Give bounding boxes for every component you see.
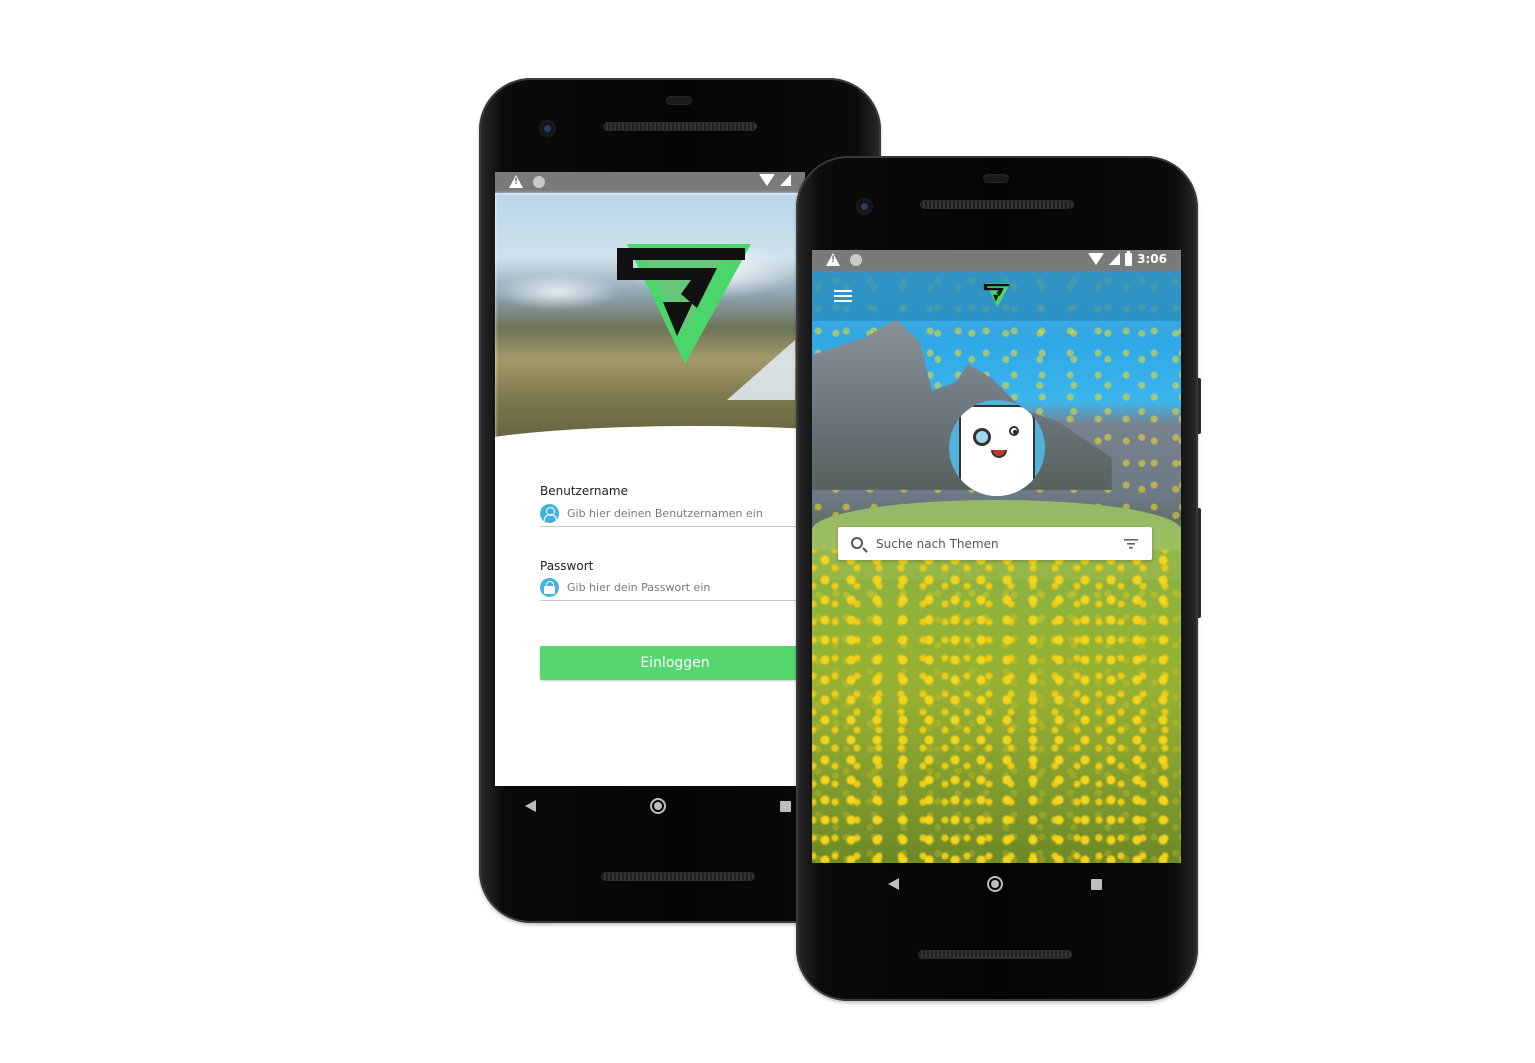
warning-icon	[509, 175, 523, 188]
lock-icon	[540, 578, 559, 597]
username-field[interactable]: Gib hier deinen Benutzernamen ein	[540, 501, 805, 527]
status-bar	[495, 172, 805, 193]
login-button[interactable]: Einloggen	[540, 646, 805, 680]
search-bar	[838, 527, 1152, 560]
signal-icon	[780, 174, 791, 186]
password-field[interactable]: Gib hier dein Passwort ein	[540, 575, 805, 601]
phone-home: 3:06	[796, 156, 1198, 1001]
signal-icon	[1109, 253, 1121, 265]
nav-back-icon[interactable]	[525, 800, 536, 812]
bottom-speaker	[601, 872, 755, 881]
status-time: 3:06	[1137, 252, 1167, 266]
home-screen: 3:06	[812, 250, 1181, 863]
proximity-sensor	[666, 96, 692, 105]
front-camera	[856, 198, 873, 215]
background-flowers	[812, 550, 1181, 863]
password-label: Passwort	[540, 559, 594, 573]
proximity-sensor	[983, 174, 1009, 183]
status-bar: 3:06	[812, 250, 1181, 271]
earpiece-speaker	[603, 122, 757, 131]
stage: Benutzername Gib hier deinen Benutzernam…	[0, 0, 1535, 1063]
magnifier-icon	[973, 428, 991, 446]
wifi-icon	[759, 174, 775, 186]
battery-icon	[1125, 250, 1133, 266]
user-icon	[540, 504, 559, 523]
circle-icon	[850, 254, 862, 266]
warning-icon	[826, 253, 840, 266]
circle-icon	[533, 176, 545, 188]
nav-home-icon[interactable]	[987, 876, 1003, 892]
app-bar	[812, 271, 1181, 321]
android-nav-bar	[525, 786, 835, 826]
password-placeholder: Gib hier dein Passwort ein	[567, 581, 711, 594]
mascot-avatar	[949, 400, 1045, 496]
username-placeholder: Gib hier deinen Benutzernamen ein	[567, 507, 763, 520]
nav-recent-apps-icon[interactable]	[780, 800, 791, 812]
mascot-eye-icon	[1009, 426, 1019, 436]
bottom-speaker	[918, 950, 1072, 959]
app-logo	[983, 283, 1011, 308]
login-screen: Benutzername Gib hier deinen Benutzernam…	[495, 172, 805, 786]
earpiece-speaker	[920, 200, 1074, 209]
wifi-icon	[1088, 253, 1105, 265]
hamburger-menu-icon[interactable]	[834, 290, 852, 303]
search-icon[interactable]	[851, 537, 863, 549]
filter-icon[interactable]	[1124, 539, 1138, 549]
search-input[interactable]	[876, 527, 1116, 560]
front-camera	[539, 120, 556, 137]
nav-recent-apps-icon[interactable]	[1091, 878, 1102, 890]
android-nav-bar	[888, 864, 1102, 904]
nav-home-icon[interactable]	[650, 798, 666, 814]
username-label: Benutzername	[540, 484, 628, 498]
app-logo	[617, 244, 751, 364]
nav-back-icon[interactable]	[888, 878, 899, 890]
